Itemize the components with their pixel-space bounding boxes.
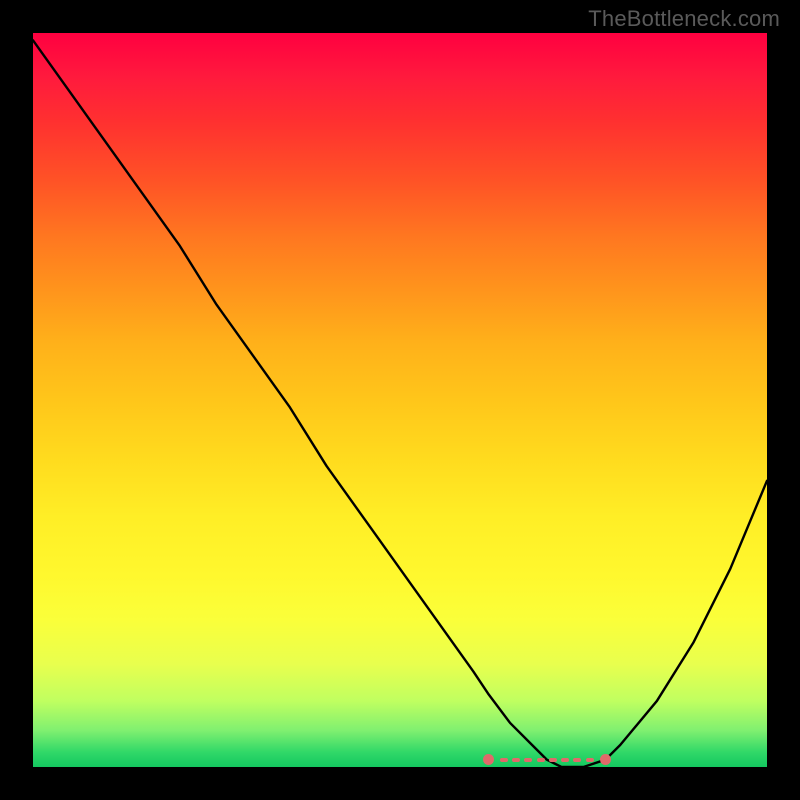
range-dashes <box>500 758 593 762</box>
watermark-text: TheBottleneck.com <box>588 6 780 32</box>
bottleneck-curve <box>33 33 767 767</box>
range-start-dot <box>483 754 494 765</box>
chart-frame: TheBottleneck.com <box>0 0 800 800</box>
plot-area <box>33 33 767 767</box>
optimal-range-marker <box>488 755 605 765</box>
range-end-dot <box>600 754 611 765</box>
